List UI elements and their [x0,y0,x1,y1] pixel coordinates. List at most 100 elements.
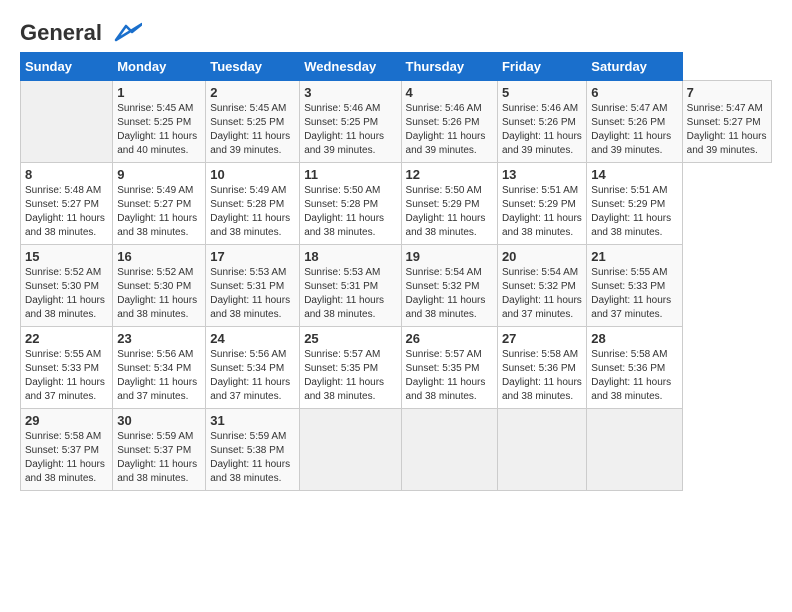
day-number: 13 [502,167,582,182]
day-cell: 26Sunrise: 5:57 AMSunset: 5:35 PMDayligh… [401,327,497,409]
day-cell: 31Sunrise: 5:59 AMSunset: 5:38 PMDayligh… [206,409,300,491]
day-number: 16 [117,249,201,264]
day-info: Sunrise: 5:51 AMSunset: 5:29 PMDaylight:… [502,184,582,240]
col-header-sunday: Sunday [21,53,113,81]
day-number: 12 [406,167,493,182]
day-cell [587,409,682,491]
day-info: Sunrise: 5:55 AMSunset: 5:33 PMDaylight:… [591,266,677,322]
day-info: Sunrise: 5:50 AMSunset: 5:28 PMDaylight:… [304,184,396,240]
day-number: 10 [210,167,295,182]
col-header-monday: Monday [113,53,206,81]
day-info: Sunrise: 5:54 AMSunset: 5:32 PMDaylight:… [502,266,582,322]
day-info: Sunrise: 5:59 AMSunset: 5:38 PMDaylight:… [210,430,295,486]
day-cell: 29Sunrise: 5:58 AMSunset: 5:37 PMDayligh… [21,409,113,491]
day-number: 20 [502,249,582,264]
day-number: 18 [304,249,396,264]
day-cell [401,409,497,491]
day-cell: 10 Sunrise: 5:49 AMSunset: 5:28 PMDayligh… [206,163,300,245]
day-info: Sunrise: 5:46 AMSunset: 5:26 PMDaylight:… [502,102,582,158]
day-info: Sunrise: 5:53 AMSunset: 5:31 PMDaylight:… [210,266,295,322]
day-cell: 24 Sunrise: 5:56 AMSunset: 5:34 PMDayligh… [206,327,300,409]
day-cell: 11 Sunrise: 5:50 AMSunset: 5:28 PMDayligh… [300,163,401,245]
day-cell: 7Sunrise: 5:47 AMSunset: 5:27 PMDaylight… [682,81,771,163]
col-header-saturday: Saturday [587,53,682,81]
day-number: 6 [591,85,677,100]
day-cell [300,409,401,491]
day-info: Sunrise: 5:48 AMSunset: 5:27 PMDaylight:… [25,184,108,240]
day-info: Sunrise: 5:45 AMSunset: 5:25 PMDaylight:… [210,102,295,158]
day-info: Sunrise: 5:47 AMSunset: 5:27 PMDaylight:… [687,102,767,158]
day-cell: 20 Sunrise: 5:54 AMSunset: 5:32 PMDayligh… [497,245,586,327]
day-cell: 28Sunrise: 5:58 AMSunset: 5:36 PMDayligh… [587,327,682,409]
day-info: Sunrise: 5:54 AMSunset: 5:32 PMDaylight:… [406,266,493,322]
day-cell: 27 Sunrise: 5:58 AMSunset: 5:36 PMDayligh… [497,327,586,409]
col-header-friday: Friday [497,53,586,81]
day-cell: 16 Sunrise: 5:52 AMSunset: 5:30 PMDayligh… [113,245,206,327]
day-info: Sunrise: 5:46 AMSunset: 5:26 PMDaylight:… [406,102,493,158]
day-info: Sunrise: 5:52 AMSunset: 5:30 PMDaylight:… [117,266,201,322]
day-cell: 5 Sunrise: 5:46 AMSunset: 5:26 PMDaylight… [497,81,586,163]
day-number: 19 [406,249,493,264]
page-header: General [20,20,772,42]
day-number: 30 [117,413,201,428]
day-cell: 23 Sunrise: 5:56 AMSunset: 5:34 PMDayligh… [113,327,206,409]
day-number: 22 [25,331,108,346]
day-number: 26 [406,331,493,346]
day-cell: 13 Sunrise: 5:51 AMSunset: 5:29 PMDayligh… [497,163,586,245]
day-cell: 25 Sunrise: 5:57 AMSunset: 5:35 PMDayligh… [300,327,401,409]
day-number: 8 [25,167,108,182]
day-number: 24 [210,331,295,346]
day-number: 21 [591,249,677,264]
day-info: Sunrise: 5:58 AMSunset: 5:36 PMDaylight:… [502,348,582,404]
day-info: Sunrise: 5:53 AMSunset: 5:31 PMDaylight:… [304,266,396,322]
day-cell: 3 Sunrise: 5:46 AMSunset: 5:25 PMDaylight… [300,81,401,163]
day-number: 5 [502,85,582,100]
day-info: Sunrise: 5:49 AMSunset: 5:28 PMDaylight:… [210,184,295,240]
day-info: Sunrise: 5:55 AMSunset: 5:33 PMDaylight:… [25,348,108,404]
day-number: 11 [304,167,396,182]
day-cell: 4Sunrise: 5:46 AMSunset: 5:26 PMDaylight… [401,81,497,163]
day-info: Sunrise: 5:56 AMSunset: 5:34 PMDaylight:… [210,348,295,404]
day-info: Sunrise: 5:57 AMSunset: 5:35 PMDaylight:… [304,348,396,404]
day-info: Sunrise: 5:51 AMSunset: 5:29 PMDaylight:… [591,184,677,240]
day-info: Sunrise: 5:46 AMSunset: 5:25 PMDaylight:… [304,102,396,158]
day-cell: 2Sunrise: 5:45 AMSunset: 5:25 PMDaylight… [206,81,300,163]
header-row: SundayMondayTuesdayWednesdayThursdayFrid… [21,53,772,81]
day-number: 15 [25,249,108,264]
day-number: 29 [25,413,108,428]
day-cell: 21 Sunrise: 5:55 AMSunset: 5:33 PMDayligh… [587,245,682,327]
week-row-2: 8 Sunrise: 5:48 AMSunset: 5:27 PMDaylight… [21,163,772,245]
day-cell [21,81,113,163]
day-number: 1 [117,85,201,100]
day-number: 23 [117,331,201,346]
day-info: Sunrise: 5:49 AMSunset: 5:27 PMDaylight:… [117,184,201,240]
day-info: Sunrise: 5:59 AMSunset: 5:37 PMDaylight:… [117,430,201,486]
week-row-3: 15 Sunrise: 5:52 AMSunset: 5:30 PMDayligh… [21,245,772,327]
day-info: Sunrise: 5:56 AMSunset: 5:34 PMDaylight:… [117,348,201,404]
day-cell: 1 Sunrise: 5:45 AMSunset: 5:25 PMDaylight… [113,81,206,163]
day-cell [497,409,586,491]
col-header-tuesday: Tuesday [206,53,300,81]
day-info: Sunrise: 5:50 AMSunset: 5:29 PMDaylight:… [406,184,493,240]
day-cell: 9Sunrise: 5:49 AMSunset: 5:27 PMDaylight… [113,163,206,245]
calendar-table: SundayMondayTuesdayWednesdayThursdayFrid… [20,52,772,491]
logo-bird-icon [106,22,142,44]
day-number: 28 [591,331,677,346]
day-cell: 6 Sunrise: 5:47 AMSunset: 5:26 PMDaylight… [587,81,682,163]
day-number: 3 [304,85,396,100]
day-cell: 15 Sunrise: 5:52 AMSunset: 5:30 PMDayligh… [21,245,113,327]
day-cell: 22 Sunrise: 5:55 AMSunset: 5:33 PMDayligh… [21,327,113,409]
day-cell: 30 Sunrise: 5:59 AMSunset: 5:37 PMDayligh… [113,409,206,491]
day-info: Sunrise: 5:45 AMSunset: 5:25 PMDaylight:… [117,102,201,158]
day-number: 25 [304,331,396,346]
day-cell: 17Sunrise: 5:53 AMSunset: 5:31 PMDayligh… [206,245,300,327]
day-info: Sunrise: 5:47 AMSunset: 5:26 PMDaylight:… [591,102,677,158]
day-cell: 12 Sunrise: 5:50 AMSunset: 5:29 PMDayligh… [401,163,497,245]
week-row-5: 29Sunrise: 5:58 AMSunset: 5:37 PMDayligh… [21,409,772,491]
day-info: Sunrise: 5:52 AMSunset: 5:30 PMDaylight:… [25,266,108,322]
day-cell: 14Sunrise: 5:51 AMSunset: 5:29 PMDayligh… [587,163,682,245]
day-number: 27 [502,331,582,346]
day-cell: 18 Sunrise: 5:53 AMSunset: 5:31 PMDayligh… [300,245,401,327]
day-cell: 8 Sunrise: 5:48 AMSunset: 5:27 PMDaylight… [21,163,113,245]
col-header-wednesday: Wednesday [300,53,401,81]
